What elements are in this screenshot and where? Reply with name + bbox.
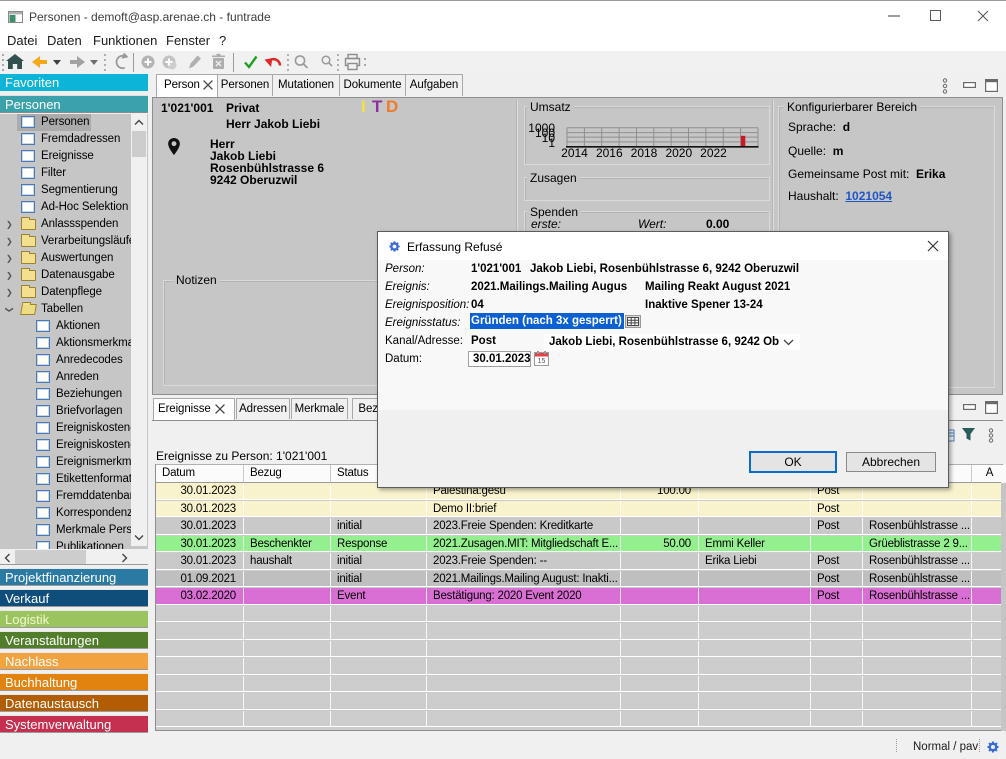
svg-text:2014: 2014 [561,146,588,160]
svg-text:2020: 2020 [665,146,692,160]
svg-text:15: 15 [538,358,546,365]
svg-text:2016: 2016 [596,146,623,160]
svg-text:1: 1 [548,136,555,150]
svg-text:2022: 2022 [700,146,727,160]
svg-text:2018: 2018 [631,146,658,160]
